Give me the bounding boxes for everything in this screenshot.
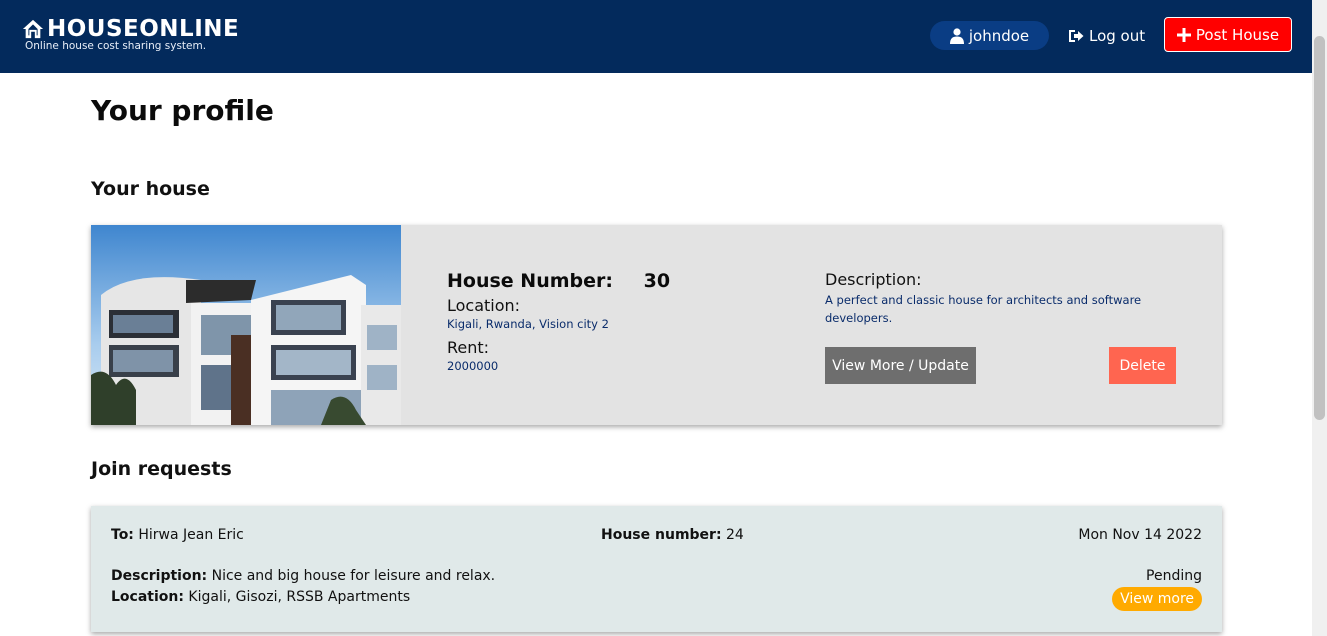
home-icon [22,19,44,39]
request-date: Mon Nov 14 2022 [1078,527,1202,543]
request-location-value: Kigali, Gisozi, RSSB Apartments [188,589,411,605]
rent-value: 2000000 [447,359,499,373]
your-house-heading: Your house [91,178,210,200]
top-navbar: HOUSEONLINE Online house cost sharing sy… [0,0,1312,73]
username-label: johndoe [968,26,1030,45]
house-details: House Number: 30 Location: Kigali, Rwand… [447,270,670,373]
request-house-number-value: 24 [726,527,744,543]
request-to: To: Hirwa Jean Eric [111,527,244,543]
description-label: Description: [825,270,922,289]
brand-title-row: HOUSEONLINE [22,16,239,42]
description-block: Description: A perfect and classic house… [825,270,1155,327]
description-value: A perfect and classic house for architec… [825,293,1142,325]
request-to-label: To: [111,527,134,543]
rent-label: Rent: [447,338,490,357]
join-requests-heading: Join requests [91,458,232,480]
request-house-number-label: House number: [601,527,722,543]
house-card: House Number: 30 Location: Kigali, Rwand… [91,225,1222,425]
user-icon [949,27,964,44]
logout-button[interactable]: Log out [1068,21,1145,50]
post-house-button[interactable]: Post House [1164,17,1292,52]
house-number-value: 30 [643,270,671,292]
location-value: Kigali, Rwanda, Vision city 2 [447,317,609,331]
post-house-label: Post House [1195,25,1280,44]
house-illustration [91,225,401,425]
request-to-value: Hirwa Jean Eric [138,527,244,543]
view-update-button[interactable]: View More / Update [825,347,976,384]
request-status: Pending [1146,568,1202,584]
request-description: Description: Nice and big house for leis… [111,568,495,584]
request-description-label: Description: [111,568,208,584]
request-description-value: Nice and big house for leisure and relax… [211,568,496,584]
page-title: Your profile [91,94,274,127]
join-request-card: To: Hirwa Jean Eric House number: 24 Mon… [91,506,1222,632]
house-number-label: House Number: [447,270,613,292]
plus-icon [1176,27,1191,42]
house-photo [91,225,401,425]
brand[interactable]: HOUSEONLINE Online house cost sharing sy… [22,16,239,52]
brand-title: HOUSEONLINE [47,16,240,42]
delete-button[interactable]: Delete [1109,347,1176,384]
logout-label: Log out [1089,26,1146,45]
request-view-more-button[interactable]: View more [1112,587,1202,611]
request-location: Location: Kigali, Gisozi, RSSB Apartment… [111,589,410,605]
house-number-row: House Number: 30 [447,270,670,292]
location-label: Location: [447,296,521,315]
scrollbar-thumb[interactable] [1314,36,1325,420]
page-scrollbar[interactable] [1312,0,1327,636]
user-profile-button[interactable]: johndoe [930,21,1049,50]
logout-icon [1069,29,1084,42]
request-house-number: House number: 24 [601,527,744,543]
request-location-label: Location: [111,589,184,605]
